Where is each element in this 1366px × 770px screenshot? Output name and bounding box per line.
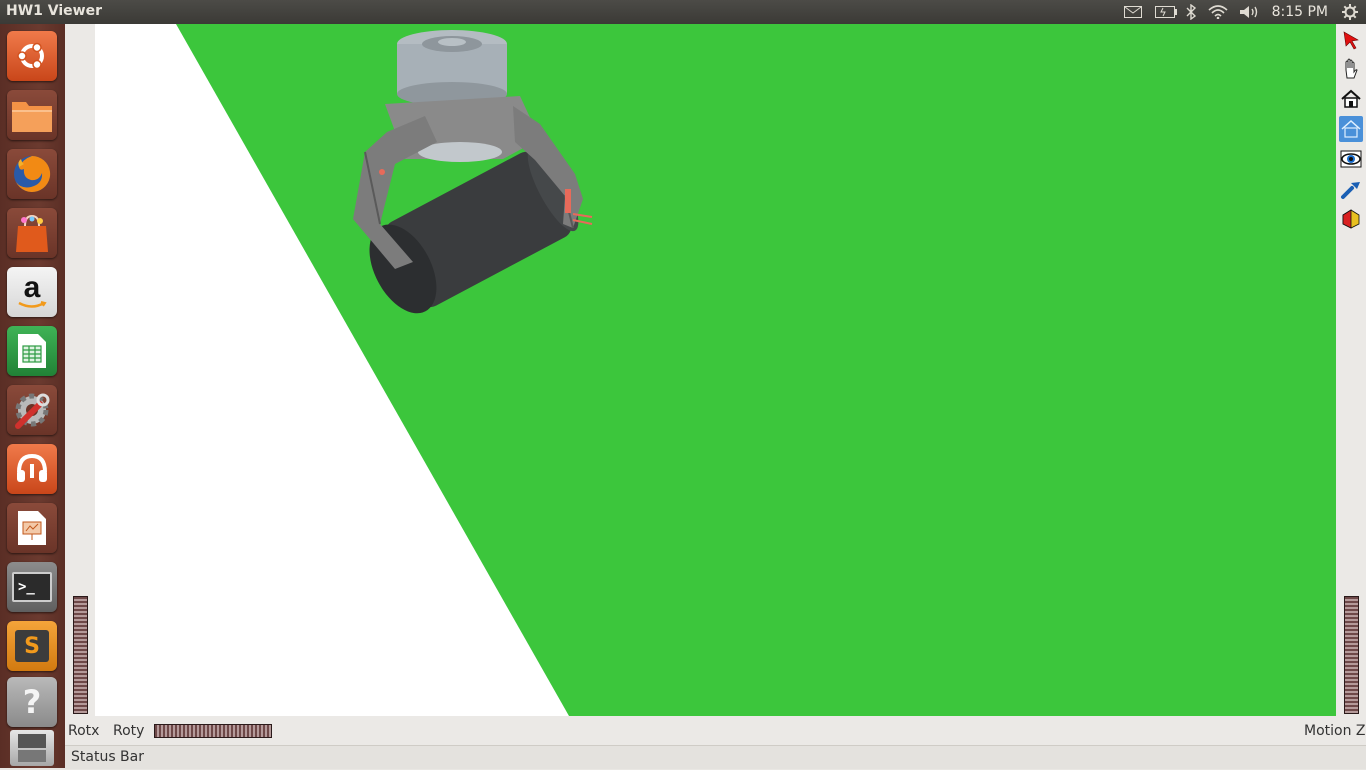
seek-tool[interactable]	[1339, 176, 1363, 202]
top-panel: HW1 Viewer 8:15 PM	[0, 0, 1366, 24]
launcher-software-center[interactable]	[7, 208, 57, 258]
launcher-terminal[interactable]: >_	[7, 562, 57, 612]
projection-icon	[1342, 209, 1360, 229]
robot-gripper	[353, 30, 593, 314]
roty-label: Roty	[113, 723, 145, 739]
view-all-icon	[1340, 150, 1362, 168]
folder-icon	[12, 102, 52, 132]
roty-thumbwheel[interactable]	[154, 724, 272, 738]
rotx-thumbwheel[interactable]	[73, 596, 88, 714]
ubuntu-logo-icon	[17, 42, 44, 70]
spreadsheet-icon	[18, 334, 46, 368]
motion-z-thumbwheel[interactable]	[1344, 596, 1359, 714]
launcher-files[interactable]	[7, 90, 57, 140]
headphones-icon	[17, 453, 47, 482]
launcher-help[interactable]: ?	[7, 677, 57, 727]
launcher-libreoffice-impress[interactable]	[7, 503, 57, 553]
volume-icon[interactable]	[1238, 3, 1262, 21]
mail-icon[interactable]	[1123, 3, 1143, 21]
workspace-icon	[18, 734, 46, 762]
projection-tool[interactable]	[1339, 206, 1363, 232]
seek-icon	[1341, 182, 1360, 199]
launcher-ubuntu-dash[interactable]	[7, 31, 57, 81]
terminal-icon: >_	[12, 572, 52, 602]
3d-viewport[interactable]	[95, 24, 1336, 716]
launcher-system-settings[interactable]	[7, 385, 57, 435]
firefox-icon	[14, 155, 51, 192]
set-home-tool[interactable]	[1339, 116, 1363, 142]
question-mark-icon: ?	[22, 683, 42, 721]
status-bar: Status Bar	[65, 745, 1366, 769]
launcher-libreoffice-calc[interactable]	[7, 326, 57, 376]
motion-z-label: Motion Z	[1304, 723, 1366, 739]
hand-view-tool[interactable]	[1339, 56, 1363, 82]
settings-gear-icon[interactable]	[1340, 3, 1360, 21]
amazon-icon: a	[17, 273, 47, 309]
clock[interactable]: 8:15 PM	[1272, 4, 1328, 20]
rotx-label: Rotx	[68, 723, 100, 739]
hand-view-icon	[1345, 58, 1358, 79]
status-text: Status Bar	[71, 749, 145, 765]
launcher-amazon[interactable]: a	[7, 267, 57, 317]
launcher: a >_ S ?	[0, 24, 65, 768]
scene-render	[95, 24, 593, 716]
presentation-icon	[18, 511, 46, 545]
bluetooth-icon[interactable]	[1183, 3, 1199, 21]
launcher-firefox[interactable]	[7, 149, 57, 199]
select-arrow-tool[interactable]	[1339, 27, 1363, 53]
battery-icon[interactable]	[1154, 3, 1178, 21]
view-all-tool[interactable]	[1339, 146, 1363, 172]
sublime-icon: S	[15, 630, 49, 662]
home-view-tool[interactable]	[1339, 86, 1363, 112]
home-view-icon	[1341, 89, 1361, 108]
wifi-icon[interactable]	[1207, 3, 1229, 21]
shopping-bag-icon	[16, 214, 48, 252]
set-home-icon	[1341, 119, 1361, 138]
launcher-ubuntu-one-music[interactable]	[7, 444, 57, 494]
launcher-sublime-text[interactable]: S	[7, 621, 57, 671]
wrench-gear-icon	[15, 393, 50, 429]
window-title: HW1 Viewer	[6, 3, 102, 19]
launcher-workspace-switcher[interactable]	[10, 730, 54, 766]
select-arrow-icon	[1343, 31, 1359, 50]
